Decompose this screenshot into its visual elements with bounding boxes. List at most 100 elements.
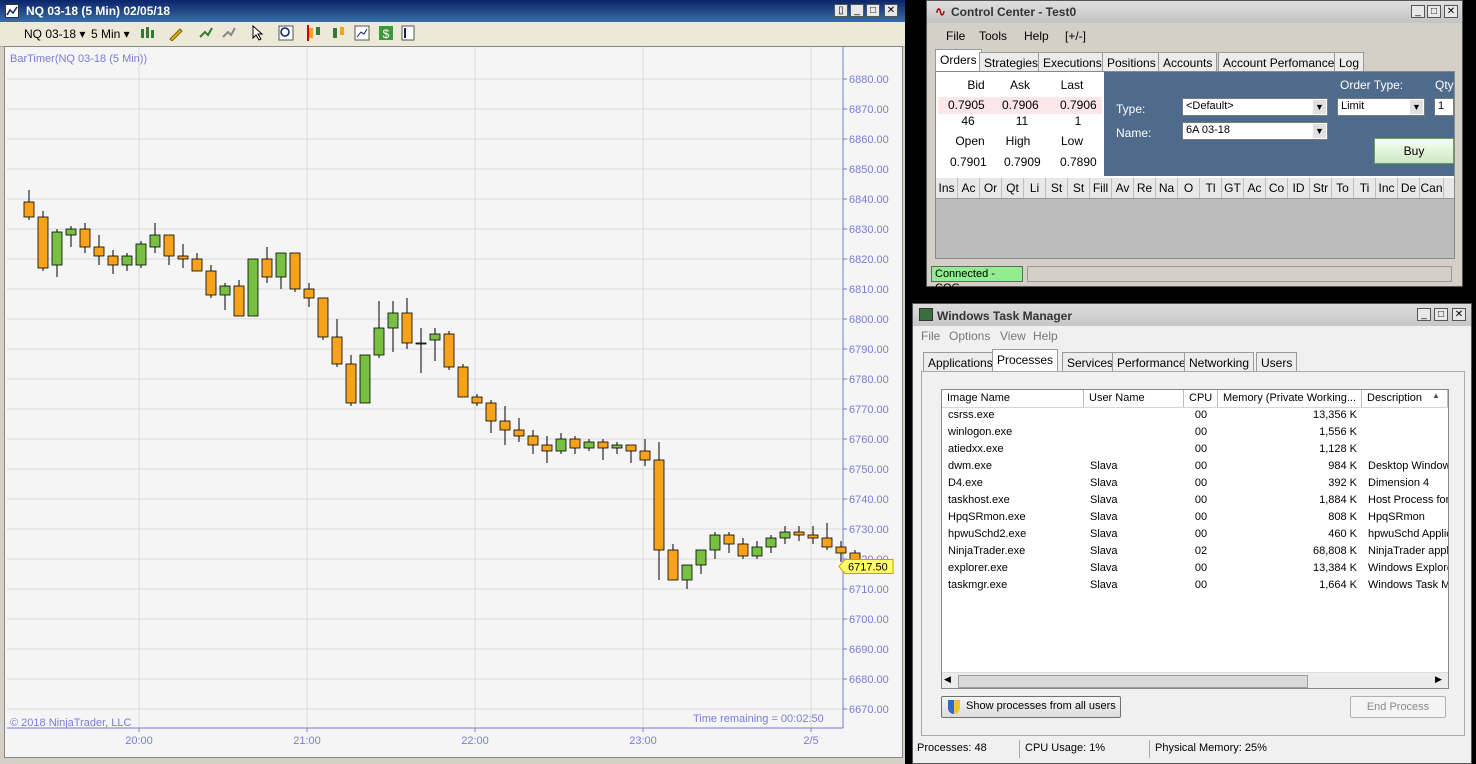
end-process-button[interactable]: End Process <box>1350 696 1446 718</box>
tab-processes[interactable]: Processes <box>992 349 1059 372</box>
horizontal-scrollbar[interactable]: ◀ ▶ <box>942 672 1448 688</box>
tm-menu-file[interactable]: File <box>921 325 940 347</box>
order-grid-column-header[interactable]: Tl <box>1200 178 1222 198</box>
chart-maximize-button[interactable]: □ <box>866 4 880 17</box>
order-grid-column-header[interactable]: ID <box>1288 178 1310 198</box>
properties-icon[interactable] <box>400 25 416 41</box>
tab-positions[interactable]: Positions <box>1102 52 1161 72</box>
order-grid-column-header[interactable]: Na <box>1156 178 1178 198</box>
cursor-icon[interactable] <box>250 24 266 41</box>
buy-button[interactable]: Buy <box>1374 138 1454 164</box>
type-select[interactable]: <Default> ▼ <box>1182 98 1328 116</box>
order-grid-column-header[interactable]: Can <box>1420 178 1444 198</box>
order-grid-column-header[interactable]: Or <box>980 178 1002 198</box>
order-grid-column-header[interactable]: Co <box>1266 178 1288 198</box>
tab-orders[interactable]: Orders <box>935 49 982 72</box>
chart-title-bar[interactable]: NQ 03-18 (5 Min) 02/05/18 ▯ _ □ ✕ <box>0 0 905 22</box>
process-row[interactable]: NinjaTrader.exe Slava 02 68,808 K NinjaTrade… <box>942 543 1448 560</box>
col-cpu[interactable]: CPU <box>1184 390 1218 407</box>
order-grid-column-header[interactable]: Av <box>1112 178 1134 198</box>
process-row[interactable]: winlogon.exe 00 1,556 K <box>942 424 1448 441</box>
process-row[interactable]: atiedxx.exe 00 1,128 K <box>942 441 1448 458</box>
tm-close-button[interactable]: ✕ <box>1452 308 1466 321</box>
zoom-icon[interactable] <box>278 25 294 41</box>
tab-users[interactable]: Users <box>1256 352 1298 372</box>
panel-icon[interactable] <box>354 25 370 41</box>
interval-selector[interactable]: 5 Min ▾ <box>91 24 130 44</box>
process-row[interactable]: hpwuSchd2.exe Slava 00 460 K hpwuSchd Applic <box>942 526 1448 543</box>
cc-menu-expand[interactable]: [+/-] <box>1065 25 1086 47</box>
tm-menu-options[interactable]: Options <box>949 325 990 347</box>
task-manager-title-bar[interactable]: Windows Task Manager _ □ ✕ <box>913 304 1471 326</box>
bar-type-icon[interactable] <box>140 25 156 41</box>
scroll-thumb[interactable] <box>958 675 1308 688</box>
cc-menu-file[interactable]: File <box>946 25 965 47</box>
cc-minimize-button[interactable]: _ <box>1411 5 1425 18</box>
order-grid-column-header[interactable]: Qt <box>1002 178 1024 198</box>
tm-menu-help[interactable]: Help <box>1033 325 1058 347</box>
tab-strategies[interactable]: Strategies <box>979 52 1044 72</box>
add-indicator-icon[interactable] <box>198 25 214 41</box>
instrument-selector[interactable]: NQ 03-18 ▾ <box>24 24 85 44</box>
order-grid-column-header[interactable]: St <box>1068 178 1090 198</box>
cc-menu-help[interactable]: Help <box>1024 25 1049 47</box>
order-type-select[interactable]: Limit ▼ <box>1337 98 1425 116</box>
tab-services[interactable]: Services <box>1062 352 1119 372</box>
process-row[interactable]: D4.exe Slava 00 392 K Dimension 4 <box>942 475 1448 492</box>
process-row[interactable]: dwm.exe Slava 00 984 K Desktop Window <box>942 458 1448 475</box>
process-row[interactable]: taskmgr.exe Slava 00 1,664 K Windows Task M <box>942 577 1448 594</box>
chart-minimize-button[interactable]: _ <box>850 4 864 17</box>
cc-close-button[interactable]: ✕ <box>1444 5 1458 18</box>
dollar-icon[interactable]: $ <box>378 25 394 41</box>
candlestick-chart[interactable]: 6880.00 6870.00 6860.00 6850.00 6840.00 6830.… <box>5 47 902 757</box>
order-grid-column-header[interactable]: O <box>1178 178 1200 198</box>
process-row[interactable]: taskhost.exe Slava 00 1,884 K Host Process f… <box>942 492 1448 509</box>
chart-style-icon[interactable] <box>307 25 323 41</box>
tab-applications[interactable]: Applications <box>923 352 998 372</box>
col-image-name[interactable]: Image Name <box>942 390 1084 407</box>
order-grid[interactable]: Ins Ac Or Qt Li St St Fill Av Re Na O Tl GT Ac Co ID Str T… <box>936 178 1454 258</box>
scroll-right-icon[interactable]: ▶ <box>1435 674 1442 685</box>
tm-maximize-button[interactable]: □ <box>1434 308 1448 321</box>
strategy-icon[interactable] <box>221 25 237 41</box>
name-select[interactable]: 6A 03-18 ▼ <box>1182 122 1328 140</box>
tab-networking[interactable]: Networking <box>1184 352 1255 372</box>
control-center-title-bar[interactable]: ∿ Control Center - Test0 _ □ ✕ <box>927 1 1462 23</box>
chart-close-button[interactable]: ✕ <box>884 4 898 17</box>
tab-log[interactable]: Log <box>1334 52 1365 72</box>
tab-performance[interactable]: Performance <box>1112 352 1191 372</box>
order-grid-column-header[interactable]: Inc <box>1376 178 1398 198</box>
order-grid-column-header[interactable]: De <box>1398 178 1420 198</box>
order-grid-column-header[interactable]: Ti <box>1354 178 1376 198</box>
process-table[interactable]: Image Name User Name CPU Memory (Private… <box>941 389 1449 689</box>
process-row[interactable]: HpqSRmon.exe Slava 00 808 K HpqSRmon <box>942 509 1448 526</box>
order-grid-column-header[interactable]: Re <box>1134 178 1156 198</box>
order-grid-column-header[interactable]: Ac <box>1244 178 1266 198</box>
qty-input[interactable]: 1 <box>1434 98 1454 116</box>
show-all-processes-button[interactable]: Show processes from all users <box>941 696 1121 718</box>
cc-maximize-button[interactable]: □ <box>1427 5 1441 18</box>
chart-panel[interactable]: 6880.00 6870.00 6860.00 6850.00 6840.00 6830.… <box>4 46 903 758</box>
order-grid-column-header[interactable]: Str <box>1310 178 1332 198</box>
order-grid-column-header[interactable]: St <box>1046 178 1068 198</box>
order-grid-column-header[interactable]: Ac <box>958 178 980 198</box>
order-grid-column-header[interactable]: To <box>1332 178 1354 198</box>
order-grid-column-header[interactable]: Ins <box>936 178 958 198</box>
order-grid-column-header[interactable]: Li <box>1024 178 1046 198</box>
order-grid-column-header[interactable]: Fill <box>1090 178 1112 198</box>
scroll-left-icon[interactable]: ◀ <box>944 674 951 685</box>
tab-executions[interactable]: Executions <box>1038 52 1107 72</box>
data-box-icon[interactable] <box>331 25 347 41</box>
tab-account-performance[interactable]: Account Perfomance <box>1218 52 1340 72</box>
order-grid-column-header[interactable]: GT <box>1222 178 1244 198</box>
chart-restore-button[interactable]: ▯ <box>834 4 848 17</box>
cc-menu-tools[interactable]: Tools <box>979 25 1007 47</box>
process-row[interactable]: csrss.exe 00 13,356 K <box>942 407 1448 424</box>
process-row[interactable]: explorer.exe Slava 00 13,384 K Windows Explo… <box>942 560 1448 577</box>
tab-accounts[interactable]: Accounts <box>1158 52 1218 72</box>
tm-minimize-button[interactable]: _ <box>1417 308 1431 321</box>
draw-pencil-icon[interactable] <box>168 25 184 42</box>
col-memory[interactable]: Memory (Private Working... <box>1218 390 1362 407</box>
col-user-name[interactable]: User Name <box>1084 390 1184 407</box>
tm-menu-view[interactable]: View <box>1000 325 1026 347</box>
